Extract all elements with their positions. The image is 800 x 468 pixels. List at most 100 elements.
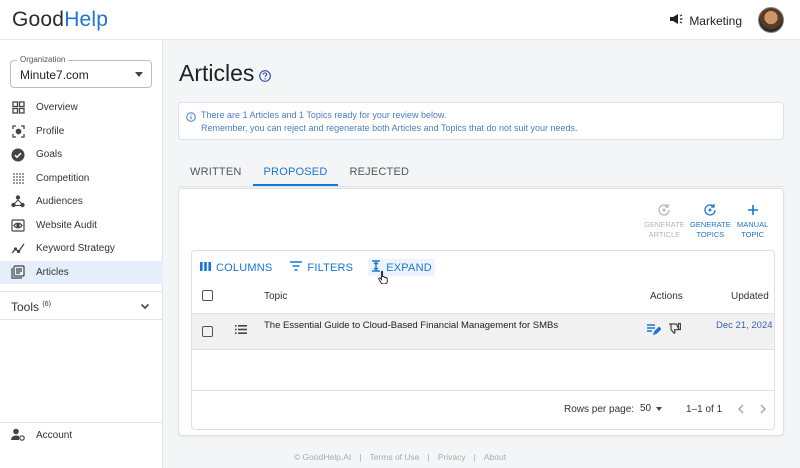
caret-down-icon [135, 72, 143, 77]
sidebar-item-label: Articles [36, 266, 69, 278]
footer-privacy-link[interactable]: Privacy [438, 452, 466, 462]
grid-icon [11, 101, 25, 115]
sidebar-item-website-audit[interactable]: Website Audit [0, 214, 163, 238]
sidebar-item-account[interactable]: Account [11, 428, 72, 442]
articles-icon [11, 265, 25, 279]
topics-grid: COLUMNS FILTERS EXPAND Topic Actions Upd… [191, 250, 775, 430]
next-page-icon[interactable] [758, 403, 768, 418]
columns-label: COLUMNS [216, 261, 273, 274]
row-checkbox[interactable] [202, 326, 213, 337]
info-icon [186, 109, 196, 127]
footer-copyright: © GoodHelp.AI [293, 452, 352, 462]
audiences-icon [11, 195, 25, 209]
organization-select[interactable]: Minute7.com [10, 60, 152, 88]
sidebar-item-overview[interactable]: Overview [0, 96, 163, 120]
filters-label: FILTERS [307, 261, 354, 274]
sidebar: Minute7.com Organization Overview Profil… [0, 40, 163, 468]
sidebar-item-keyword-strategy[interactable]: Keyword Strategy [0, 237, 163, 261]
prev-page-icon[interactable] [736, 403, 746, 418]
account-label: Account [36, 429, 73, 441]
help-icon[interactable] [259, 61, 272, 88]
expand-label: EXPAND [386, 261, 432, 274]
manual-topic-line-2: TOPIC [741, 229, 765, 239]
pagination-bar: Rows per page: 50 1–1 of 1 [192, 390, 774, 430]
logo[interactable]: GoodHelp [12, 8, 108, 32]
generate-article-button[interactable]: GENERATE ARTICLE [644, 202, 685, 239]
sidebar-nav: Overview Profile Goals Competition Audie… [0, 96, 163, 284]
generate-article-line-2: ARTICLE [648, 229, 681, 239]
sidebar-item-audiences[interactable]: Audiences [0, 190, 163, 214]
sparkle-refresh-icon [703, 202, 717, 218]
megaphone-icon [669, 13, 683, 28]
grid-toolbar: COLUMNS FILTERS EXPAND [197, 259, 435, 276]
grid-header: Topic Actions Updated [192, 288, 774, 313]
sidebar-item-label: Website Audit [36, 219, 97, 231]
select-all-checkbox[interactable] [202, 290, 213, 301]
actions-column-header: Actions [650, 291, 683, 302]
sidebar-item-label: Overview [36, 102, 78, 114]
sidebar-item-label: Competition [36, 172, 90, 184]
tabs-divider [179, 186, 784, 187]
page-title: Articles [179, 60, 272, 88]
dots-grid-icon [11, 171, 25, 185]
row-details-icon[interactable] [235, 325, 247, 337]
tab-written[interactable]: WRITTEN [179, 162, 253, 186]
user-avatar[interactable] [758, 7, 784, 33]
sidebar-divider [0, 291, 163, 292]
pagination-range: 1–1 of 1 [686, 404, 723, 415]
profile-scan-icon [11, 124, 25, 138]
alert-line-1: There are 1 Articles and 1 Topics ready … [201, 110, 447, 120]
manual-topic-button[interactable]: MANUAL TOPIC [737, 202, 768, 239]
trend-chart-icon [11, 242, 25, 256]
tab-proposed[interactable]: PROPOSED [252, 162, 339, 186]
approve-edit-icon[interactable] [647, 323, 662, 338]
tools-count: (6) [42, 301, 51, 308]
sidebar-item-label: Profile [36, 125, 65, 137]
chevron-down-icon [139, 300, 151, 315]
generate-topics-button[interactable]: GENERATE TOPICS [690, 202, 731, 239]
logo-part-2: Help [64, 8, 109, 31]
logo-part-1: Good [12, 8, 65, 31]
sidebar-item-competition[interactable]: Competition [0, 167, 163, 191]
team-label: Marketing [689, 13, 742, 28]
table-row[interactable]: The Essential Guide to Cloud-Based Finan… [192, 313, 774, 350]
sidebar-divider [0, 422, 163, 423]
tools-toggle[interactable]: Tools (6) [11, 300, 151, 314]
filter-lines-icon [290, 261, 303, 274]
rows-per-page-select[interactable]: 50 [640, 403, 663, 414]
check-circle-icon [11, 148, 25, 162]
sidebar-item-articles[interactable]: Articles [0, 260, 163, 284]
generate-article-line-1: GENERATE [644, 220, 685, 229]
filters-button[interactable]: FILTERS [287, 259, 356, 276]
eye-window-icon [11, 218, 25, 232]
top-bar: GoodHelp Marketing [0, 0, 800, 40]
sidebar-item-label: Keyword Strategy [36, 243, 115, 255]
columns-button[interactable]: COLUMNS [197, 259, 275, 276]
user-gear-icon [11, 428, 25, 442]
sidebar-item-goals[interactable]: Goals [0, 143, 163, 167]
updated-column-header[interactable]: Updated [731, 291, 769, 302]
alert-line-2: Remember, you can reject and regenerate … [201, 123, 578, 133]
footer-terms-link[interactable]: Terms of Use [369, 452, 419, 462]
tab-rejected[interactable]: REJECTED [338, 162, 420, 186]
team-selector[interactable]: Marketing [669, 13, 742, 28]
columns-icon [200, 261, 211, 274]
proposed-card: GENERATE ARTICLE GENERATE TOPICS MANUAL … [178, 188, 784, 436]
page-title-text: Articles [179, 60, 255, 86]
manual-topic-line-1: MANUAL [737, 220, 769, 229]
footer-about-link[interactable]: About [484, 452, 506, 462]
sidebar-item-profile[interactable]: Profile [0, 120, 163, 144]
topic-column-header[interactable]: Topic [264, 291, 287, 302]
sparkle-refresh-icon [657, 202, 671, 218]
organization-label: Organization [17, 55, 69, 64]
plus-icon [747, 202, 759, 218]
thumbs-down-icon[interactable] [668, 322, 682, 338]
hand-cursor-icon [378, 270, 390, 289]
sidebar-item-label: Goals [36, 149, 63, 161]
row-topic: The Essential Guide to Cloud-Based Finan… [264, 320, 559, 331]
rows-per-page-value: 50 [640, 403, 652, 414]
tools-label: Tools [11, 300, 40, 314]
sidebar-item-label: Audiences [36, 196, 83, 208]
caret-down-icon [656, 406, 663, 411]
sidebar-divider [0, 319, 163, 320]
